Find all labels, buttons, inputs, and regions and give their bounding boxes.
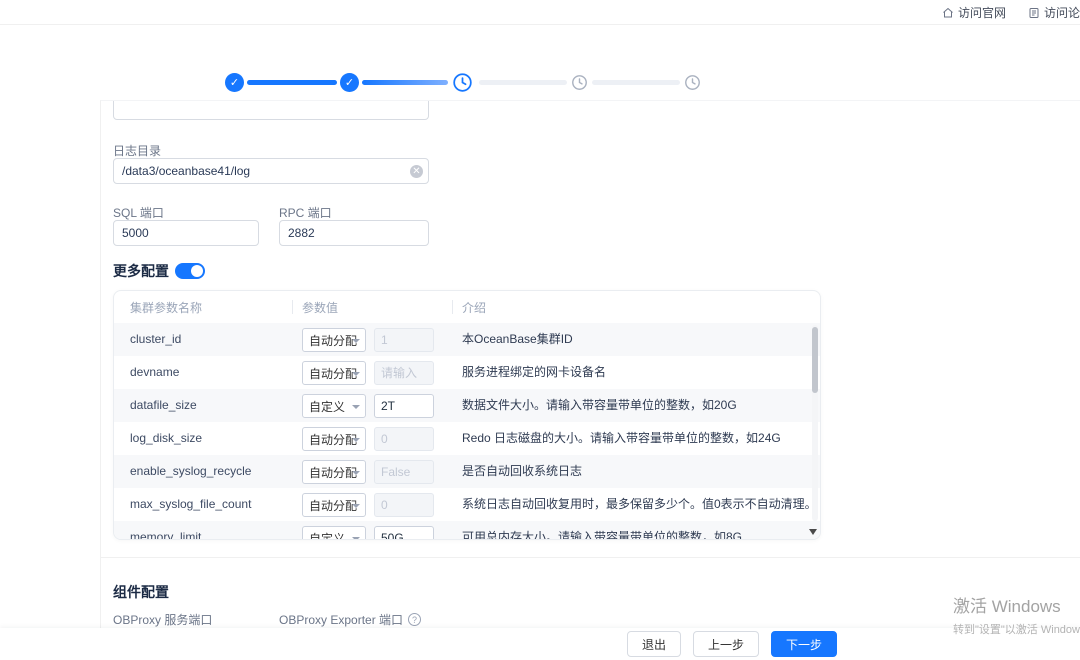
sql-port-input[interactable] [113,220,259,246]
table-scrollbar-thumb[interactable] [812,327,818,393]
table-body: cluster_id 自动分配 本OceanBase集群ID devname 自… [114,323,820,540]
param-value-input[interactable] [374,394,434,418]
scroll-down-arrow-icon[interactable] [809,529,817,535]
param-mode-select[interactable]: 自动分配 [302,427,366,451]
header-param-desc: 介绍 [462,300,487,315]
param-mode-select[interactable]: 自定义 [302,526,366,540]
table-row: log_disk_size 自动分配 Redo 日志磁盘的大小。请输入带容量带单… [114,422,820,455]
chevron-down-icon [352,504,360,508]
toggle-knob [191,265,203,277]
param-desc: 服务进程绑定的网卡设备名 [462,365,607,379]
stepper-connector [362,80,448,85]
table-row: cluster_id 自动分配 本OceanBase集群ID [114,323,820,356]
obproxy-exporter-port-label: OBProxy Exporter 端口 ? [279,611,422,628]
param-mode-select[interactable]: 自定义 [302,394,366,418]
exit-button[interactable]: 退出 [626,631,681,657]
chevron-down-icon [352,471,360,475]
step-current-clock-icon[interactable] [450,70,475,95]
header-separator [452,300,453,314]
param-name: log_disk_size [130,431,203,445]
table-row: max_syslog_file_count 自动分配 系统日志自动回收复用时，最… [114,488,820,521]
param-value-input [374,493,434,517]
param-desc: 本OceanBase集群ID [462,332,573,346]
deploy-wizard-screen: 访问官网 访问论坛 部署配置 节点配置 集群配置 [0,0,1080,660]
param-mode-value: 自定义 [309,531,346,540]
obproxy-port-label: OBProxy 服务端口 [113,613,213,627]
wizard-footer: 退出 上一步 下一步 [0,628,1080,660]
doc-icon [1029,7,1039,18]
rpc-port-label: RPC 端口 [279,206,332,220]
param-desc: Redo 日志磁盘的大小。请输入带容量带单位的整数，如24G [462,431,781,445]
param-mode-value: 自动分配 [309,432,358,447]
param-name: devname [130,365,180,379]
param-mode-value: 自动分配 [309,333,358,348]
param-mode-value: 自动分配 [309,465,358,480]
step-pending-clock-icon[interactable] [683,73,702,92]
param-name: cluster_id [130,332,182,346]
param-mode-select[interactable]: 自动分配 [302,328,366,352]
stepper-connector [247,80,337,85]
visit-forum-label: 访问论坛 [1043,6,1080,20]
wizard-stepper: 部署配置 节点配置 集群配置 预检查 部署 [0,25,1080,119]
sql-port-label: SQL 端口 [113,206,164,220]
param-desc: 可用总内存大小。请输入带容量带单位的整数，如8G [462,530,743,540]
header-separator [292,300,293,314]
clear-input-icon[interactable]: ✕ [410,165,423,178]
table-row: memory_limit 自定义 可用总内存大小。请输入带容量带单位的整数，如8… [114,521,820,540]
chevron-down-icon [352,405,360,409]
table-header: 集群参数名称 参数值 介绍 [114,291,820,323]
visit-website-label: 访问官网 [957,6,1006,20]
param-mode-value: 自动分配 [309,498,358,513]
log-dir-input[interactable] [113,158,429,184]
table-row: datafile_size 自定义 数据文件大小。请输入带容量带单位的整数，如2… [114,389,820,422]
visit-forum-link[interactable]: 访问论坛 [1028,4,1080,21]
param-value-input [374,328,434,352]
step-done-check-icon[interactable] [340,73,359,92]
param-mode-select[interactable]: 自动分配 [302,361,366,385]
header-param-name: 集群参数名称 [130,300,203,315]
component-config-section: 组件配置 OBProxy 服务端口 OBProxy Exporter 端口 ? [100,558,1080,628]
rpc-port-input[interactable] [279,220,429,246]
param-name: datafile_size [130,398,197,412]
chevron-down-icon [352,339,360,343]
log-dir-label: 日志目录 [113,144,162,158]
param-value-input[interactable] [374,526,434,539]
param-desc: 数据文件大小。请输入带容量带单位的整数，如20G [462,398,737,412]
help-question-icon[interactable]: ? [408,613,422,626]
chevron-down-icon [352,372,360,376]
next-step-button[interactable]: 下一步 [770,631,837,657]
topbar: 访问官网 访问论坛 [0,0,1080,25]
param-name: memory_limit [130,530,202,540]
table-row: devname 自动分配 服务进程绑定的网卡设备名 [114,356,820,389]
chevron-down-icon [352,438,360,442]
step-pending-clock-icon[interactable] [570,73,589,92]
param-mode-value: 自动分配 [309,366,358,381]
param-name: max_syslog_file_count [130,497,252,511]
more-config-label: 更多配置 [113,263,169,279]
table-row: enable_syslog_recycle 自动分配 是否自动回收系统日志 [114,455,820,488]
param-mode-select[interactable]: 自动分配 [302,460,366,484]
obproxy-exporter-port-text: OBProxy Exporter 端口 [279,613,404,627]
visit-website-link[interactable]: 访问官网 [942,4,1006,21]
component-config-title: 组件配置 [113,584,169,600]
step-done-check-icon[interactable] [225,73,244,92]
param-value-input [374,427,434,451]
param-mode-value: 自定义 [309,399,346,414]
stepper-connector [479,80,567,85]
param-value-input [374,361,434,385]
stepper-connector [592,80,680,85]
chevron-down-icon [352,537,360,539]
param-desc: 系统日志自动回收复用时，最多保留多少个。值0表示不自动清理。 [462,497,814,511]
header-param-value: 参数值 [302,300,339,315]
more-config-toggle[interactable] [175,263,205,279]
data-dir-input-clipped[interactable] [113,101,429,120]
cluster-config-form: 日志目录 ✕ SQL 端口 RPC 端口 更多配置 集群参数名称 参数值 介绍 … [100,100,1080,557]
prev-step-button[interactable]: 上一步 [692,631,759,657]
home-icon [943,7,953,17]
param-desc: 是否自动回收系统日志 [462,464,583,478]
param-name: enable_syslog_recycle [130,464,252,478]
param-mode-select[interactable]: 自动分配 [302,493,366,517]
cluster-params-table: 集群参数名称 参数值 介绍 cluster_id 自动分配 本OceanBase… [113,290,821,540]
param-value-input [374,460,434,484]
